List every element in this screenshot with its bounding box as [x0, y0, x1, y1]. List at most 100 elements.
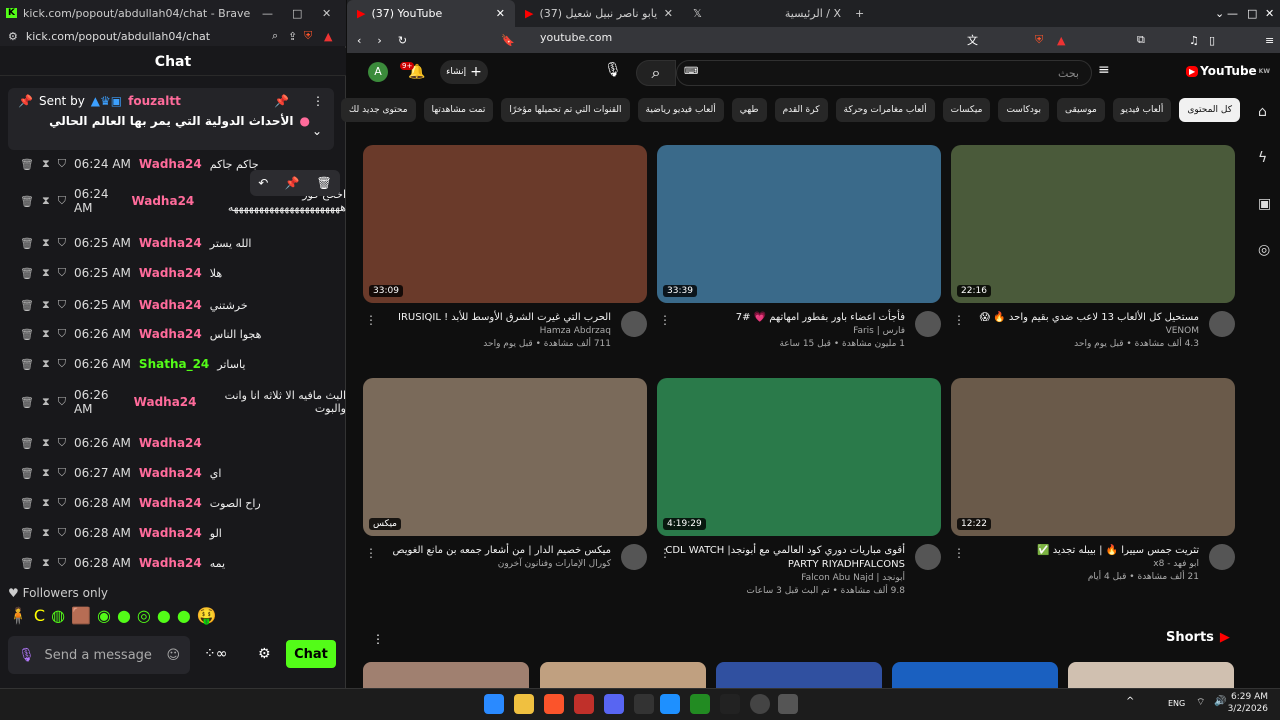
- message-username[interactable]: Wadha24: [139, 298, 202, 312]
- filter-chip[interactable]: كرة القدم: [774, 98, 828, 122]
- chat-message[interactable]: 🗑 ⧗ ⛉ 06:28 AM Wadha24 يمه: [0, 556, 346, 570]
- timeout-icon[interactable]: ⧗: [42, 298, 50, 312]
- language-indicator[interactable]: ENG: [1168, 699, 1185, 708]
- menu-icon[interactable]: ≡: [1265, 34, 1274, 47]
- emoji-icon[interactable]: ☺: [166, 648, 180, 663]
- app-icon[interactable]: [574, 694, 594, 714]
- message-input[interactable]: 🎙 Send a message ☺: [8, 636, 190, 674]
- emote-icon[interactable]: 🤑: [197, 606, 217, 625]
- start-icon[interactable]: [484, 694, 504, 714]
- timeout-icon[interactable]: ⧗: [42, 194, 50, 208]
- delete-icon[interactable]: 🗑: [20, 158, 34, 171]
- video-channel[interactable]: فارس | Faris: [657, 325, 941, 338]
- delete-icon[interactable]: 🗑: [20, 328, 34, 341]
- youtube-logo[interactable]: ▶ YouTube KW: [1186, 64, 1270, 78]
- emote-icon[interactable]: ◍: [51, 606, 65, 625]
- short-thumbnail[interactable]: [892, 662, 1058, 688]
- tab-youtube-video[interactable]: ▶ (37) توعدك يابو ناصر نبيل شعيل - YouTub…: [515, 0, 683, 27]
- more-actions-icon[interactable]: ⋮: [365, 546, 377, 560]
- reload-icon[interactable]: ↻: [398, 34, 407, 47]
- video-thumbnail[interactable]: 22:16: [951, 145, 1235, 303]
- filter-chip[interactable]: ألعاب فيديو رياضية: [637, 98, 724, 122]
- timeout-icon[interactable]: ⧗: [42, 526, 50, 540]
- video-channel[interactable]: كورال الإمارات وفنانون آخرون: [363, 558, 647, 571]
- kick-address-bar[interactable]: ⚙ kick.com/popout/abdullah04/chat ⌕ ⇪ ⛨ …: [0, 26, 346, 46]
- share-icon[interactable]: ⇪: [288, 30, 297, 43]
- channel-avatar[interactable]: [1209, 311, 1235, 337]
- filter-chip[interactable]: كل المحتوى: [1179, 98, 1240, 122]
- forward-icon[interactable]: ›: [377, 34, 381, 47]
- delete-icon[interactable]: 🗑: [20, 358, 34, 371]
- delete-icon[interactable]: 🗑: [20, 557, 34, 570]
- video-card[interactable]: 33:09 الحرب التي غيرت الشرق الأوسط للأبد …: [363, 145, 647, 351]
- message-username[interactable]: Wadha24: [139, 266, 202, 280]
- emote-icon[interactable]: ◎: [137, 606, 151, 625]
- emote-icon[interactable]: 🟫: [71, 606, 91, 625]
- create-button[interactable]: إنشاء +: [440, 60, 488, 84]
- filter-chip[interactable]: ألعاب فيديو: [1112, 98, 1172, 122]
- delete-icon[interactable]: 🗑: [20, 497, 34, 510]
- chat-message[interactable]: 🗑 ⧗ ⛉ 06:26 AM Wadha24 البث مافيه الا ثلاثه ا…: [0, 388, 346, 416]
- more-actions-icon[interactable]: ⋮: [953, 546, 965, 560]
- timeout-icon[interactable]: ⧗: [42, 236, 50, 250]
- chat-message[interactable]: 🗑 ⧗ ⛉ 06:25 AM Wadha24 خرشتني: [0, 298, 346, 312]
- tray-chevron-icon[interactable]: ^: [1126, 696, 1134, 707]
- ban-icon[interactable]: ⛉: [58, 496, 66, 510]
- video-channel[interactable]: ابو فهد - x8: [951, 558, 1235, 571]
- search-button[interactable]: ⌕: [636, 60, 676, 86]
- new-tab-icon[interactable]: +: [851, 7, 864, 20]
- mic-icon[interactable]: 🎙: [18, 648, 35, 663]
- message-username[interactable]: Wadha24: [139, 157, 202, 171]
- short-thumbnail[interactable]: [363, 662, 529, 688]
- chat-message[interactable]: 🗑 ⧗ ⛉ 06:24 AM Wadha24 جاكم جاكم: [0, 157, 346, 171]
- home-icon[interactable]: ⌂: [1258, 104, 1280, 120]
- message-username[interactable]: Wadha24: [131, 194, 194, 208]
- filter-chip[interactable]: محتوى جديد لك: [340, 98, 416, 122]
- emote-icon[interactable]: ●: [157, 606, 171, 625]
- timeout-icon[interactable]: ⧗: [42, 556, 50, 570]
- video-title[interactable]: أقوى مباريات دوري كود العالمي مع أبونجد|…: [657, 544, 941, 572]
- more-actions-icon[interactable]: ⋮: [659, 546, 671, 560]
- chat-message[interactable]: 🗑 ⧗ ⛉ 06:28 AM Wadha24 راح الصوت: [0, 496, 346, 510]
- ban-icon[interactable]: ⛉: [58, 556, 66, 570]
- timeout-icon[interactable]: ⧗: [42, 496, 50, 510]
- brave-icon[interactable]: [544, 694, 564, 714]
- channel-avatar[interactable]: [621, 544, 647, 570]
- more-actions-icon[interactable]: ⋮: [659, 313, 671, 327]
- chat-message[interactable]: 🗑 ⧗ ⛉ 06:25 AM Wadha24 الله يستر: [0, 236, 346, 250]
- message-username[interactable]: Wadha24: [139, 526, 202, 540]
- brave-rewards-icon[interactable]: ▲: [324, 30, 332, 43]
- pin-message-icon[interactable]: 📌: [285, 176, 300, 190]
- wifi-icon[interactable]: ⌔: [1196, 696, 1205, 709]
- ban-icon[interactable]: ⛉: [58, 298, 66, 312]
- kick-emote-icon[interactable]: ⁘∞: [204, 646, 227, 662]
- app-icon[interactable]: [720, 694, 740, 714]
- app-icon[interactable]: [660, 694, 680, 714]
- reply-icon[interactable]: ↶: [258, 176, 268, 190]
- site-settings-icon[interactable]: ⚙: [8, 30, 18, 43]
- message-username[interactable]: Wadha24: [134, 395, 197, 409]
- video-card[interactable]: 33:39 فأجأت اعضاء باور بفطور امهاتهم 💗 #7…: [657, 145, 941, 351]
- message-username[interactable]: Shatha_24: [139, 357, 209, 371]
- delete-icon[interactable]: 🗑: [20, 237, 34, 250]
- brave-shield-icon[interactable]: ⛨: [304, 29, 312, 43]
- zoom-icon[interactable]: ⌕: [272, 29, 278, 43]
- more-actions-icon[interactable]: ⋮: [365, 313, 377, 327]
- subscriptions-icon[interactable]: ▣: [1258, 196, 1280, 212]
- channel-avatar[interactable]: [621, 311, 647, 337]
- maximize-icon[interactable]: □: [1247, 7, 1257, 20]
- brave-rewards-icon[interactable]: ▲: [1057, 34, 1065, 47]
- chat-settings-icon[interactable]: ⚙: [258, 646, 271, 662]
- emote-icon[interactable]: 🧍: [8, 606, 28, 625]
- filter-chip[interactable]: بودكاست: [998, 98, 1050, 122]
- ban-icon[interactable]: ⛉: [58, 194, 66, 208]
- extensions-icon[interactable]: ⧉: [1137, 33, 1145, 47]
- message-username[interactable]: Wadha24: [139, 327, 202, 341]
- video-channel[interactable]: VENOM: [951, 325, 1235, 338]
- pinned-user[interactable]: fouzaltt: [128, 94, 181, 108]
- account-avatar[interactable]: A: [368, 62, 388, 82]
- message-username[interactable]: Wadha24: [139, 466, 202, 480]
- filter-chip[interactable]: طهي: [731, 98, 767, 122]
- video-thumbnail[interactable]: 33:39: [657, 145, 941, 303]
- video-channel[interactable]: أبونجد | Falcon Abu Najd: [657, 572, 941, 585]
